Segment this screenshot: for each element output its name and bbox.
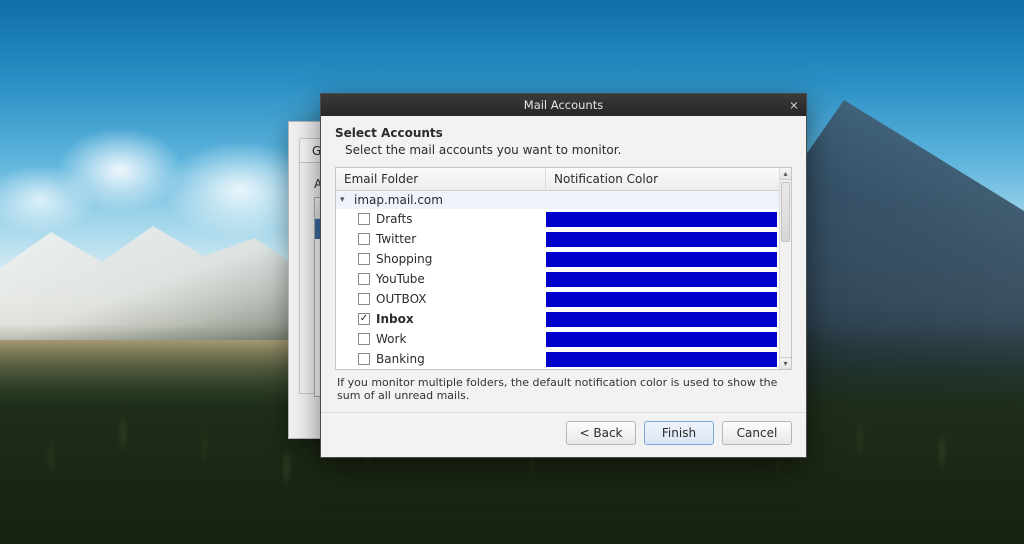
folder-checkbox[interactable]	[358, 333, 370, 345]
folder-name: Banking	[376, 352, 425, 366]
tree-collapse-icon[interactable]: ▾	[340, 195, 350, 205]
vertical-scrollbar[interactable]: ▴ ▾	[779, 168, 791, 369]
mail-accounts-dialog[interactable]: Mail Accounts × Select Accounts Select t…	[320, 93, 807, 458]
back-button[interactable]: < Back	[566, 421, 636, 445]
notification-color-swatch[interactable]	[546, 332, 777, 347]
scroll-thumb[interactable]	[781, 182, 790, 242]
section-subtitle: Select the mail accounts you want to mon…	[345, 143, 792, 157]
folder-checkbox[interactable]	[358, 273, 370, 285]
folder-name: Inbox	[376, 312, 414, 326]
col-notification-color[interactable]: Notification Color	[546, 168, 791, 190]
dialog-content: Select Accounts Select the mail accounts…	[321, 116, 806, 457]
dialog-title: Mail Accounts	[524, 98, 603, 112]
account-row[interactable]: ▾ imap.mail.com	[336, 191, 791, 209]
folder-name: Shopping	[376, 252, 432, 266]
folder-name: Drafts	[376, 212, 413, 226]
folder-name: YouTube	[376, 272, 425, 286]
table-row[interactable]: Work	[336, 329, 791, 349]
notification-color-swatch[interactable]	[546, 212, 777, 227]
table-row[interactable]: Banking	[336, 349, 791, 369]
col-email-folder[interactable]: Email Folder	[336, 168, 546, 190]
folder-checkbox[interactable]	[358, 253, 370, 265]
folder-checkbox[interactable]	[358, 353, 370, 365]
folder-name: Twitter	[376, 232, 416, 246]
section-title: Select Accounts	[335, 126, 792, 140]
notification-color-swatch[interactable]	[546, 272, 777, 287]
table-row[interactable]: OUTBOX	[336, 289, 791, 309]
dialog-titlebar[interactable]: Mail Accounts ×	[321, 94, 806, 116]
notification-color-swatch[interactable]	[546, 292, 777, 307]
folder-table: Email Folder Notification Color ▾ imap.m…	[335, 167, 792, 370]
folder-name: Work	[376, 332, 406, 346]
folder-checkbox[interactable]	[358, 233, 370, 245]
dialog-close-button[interactable]: ×	[786, 97, 802, 113]
account-name: imap.mail.com	[354, 193, 443, 207]
folder-checkbox[interactable]	[358, 213, 370, 225]
finish-button[interactable]: Finish	[644, 421, 714, 445]
notification-color-swatch[interactable]	[546, 232, 777, 247]
folder-checkbox[interactable]	[358, 313, 370, 325]
notification-color-swatch[interactable]	[546, 252, 777, 267]
notification-color-swatch[interactable]	[546, 352, 777, 367]
table-row[interactable]: Inbox	[336, 309, 791, 329]
table-row[interactable]: Twitter	[336, 229, 791, 249]
table-header: Email Folder Notification Color	[336, 168, 791, 191]
table-row[interactable]: YouTube	[336, 269, 791, 289]
notification-color-swatch[interactable]	[546, 312, 777, 327]
cancel-button[interactable]: Cancel	[722, 421, 792, 445]
folder-name: OUTBOX	[376, 292, 426, 306]
table-row[interactable]: Shopping	[336, 249, 791, 269]
table-row[interactable]: Drafts	[336, 209, 791, 229]
scroll-down-icon[interactable]: ▾	[780, 357, 791, 369]
table-body: ▾ imap.mail.com Drafts Twitter Shopping You…	[336, 191, 791, 369]
hint-text: If you monitor multiple folders, the def…	[337, 376, 790, 402]
scroll-up-icon[interactable]: ▴	[780, 168, 791, 180]
folder-checkbox[interactable]	[358, 293, 370, 305]
separator	[321, 412, 806, 413]
